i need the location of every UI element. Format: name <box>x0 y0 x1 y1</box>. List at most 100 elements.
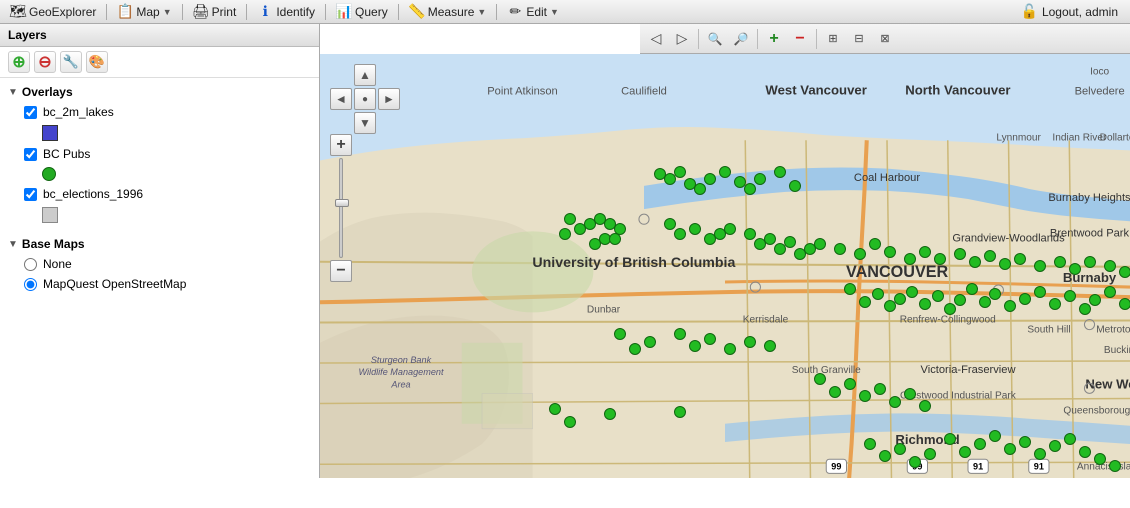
zoom-minus-button[interactable]: − <box>330 260 352 282</box>
zoom-out-button[interactable]: − <box>788 27 812 51</box>
nav-up-button[interactable]: ▲ <box>354 64 376 86</box>
main-toolbar: 🗺 GeoExplorer 📋 Map ▼ 🖨 Print ℹ Identify… <box>0 0 1130 24</box>
layer-label-bc-elections-1996: bc_elections_1996 <box>43 187 143 201</box>
svg-text:VANCOUVER: VANCOUVER <box>846 263 949 281</box>
logout-label: Logout, admin <box>1042 5 1118 19</box>
layers-content: ▼ Overlays bc_2m_lakes BC Pubs bc_electi… <box>0 78 319 478</box>
svg-text:Burnaby Heights: Burnaby Heights <box>1048 192 1130 204</box>
zoom-controls: + − <box>330 134 352 282</box>
print-label: Print <box>212 5 237 19</box>
zoom-slider-track <box>339 158 343 258</box>
query-button[interactable]: 📊 Query <box>330 2 394 22</box>
svg-text:Renfrew-Collingwood: Renfrew-Collingwood <box>900 315 996 326</box>
nav-right-button[interactable]: ► <box>378 88 400 110</box>
basemap-none-label: None <box>43 257 72 271</box>
svg-text:99: 99 <box>831 461 841 471</box>
nav-down-button[interactable]: ▼ <box>354 112 376 134</box>
svg-text:Lynnmour: Lynnmour <box>996 132 1041 143</box>
basemap-mapquest-item: MapQuest OpenStreetMap <box>0 274 319 294</box>
overlays-label: Overlays <box>22 85 73 99</box>
measure-button[interactable]: 📏 Measure ▼ <box>403 2 493 22</box>
edit-button[interactable]: ✏ Edit ▼ <box>501 2 565 22</box>
basemap-none-item: None <box>0 254 319 274</box>
logout-button[interactable]: 🔓 Logout, admin <box>1013 1 1127 22</box>
svg-text:Buckingham Heights: Buckingham Heights <box>1104 345 1130 356</box>
nav-center-button[interactable]: ● <box>354 88 376 110</box>
pan-left-button[interactable]: ◁ <box>644 27 668 51</box>
layer-legend-bc-2m-lakes <box>0 122 319 144</box>
pan-right-button[interactable]: ▷ <box>670 27 694 51</box>
basemap-mapquest-radio[interactable] <box>24 278 37 291</box>
layer-item-bc-2m-lakes: bc_2m_lakes <box>0 102 319 122</box>
svg-text:Brentwood Park: Brentwood Park <box>1050 227 1130 239</box>
map-button[interactable]: 📋 Map ▼ <box>111 2 177 22</box>
nav-spacer-right <box>378 64 400 86</box>
nav-spacer-bottom-right <box>378 112 400 134</box>
zoom-next-button[interactable]: 🔎 <box>729 27 753 51</box>
separator-6 <box>496 4 497 20</box>
svg-text:Dunbar: Dunbar <box>587 304 621 315</box>
layer-label-bc-pubs: BC Pubs <box>43 147 90 161</box>
add-layer-button[interactable]: ⊕ <box>8 51 30 73</box>
separator-3 <box>246 4 247 20</box>
overlays-section-header[interactable]: ▼ Overlays <box>0 82 319 102</box>
layer-checkbox-bc-pubs[interactable] <box>24 148 37 161</box>
nav-spacer-left <box>330 64 352 86</box>
map-background[interactable]: ▲ ◄ ● ► ▼ + − <box>320 54 1130 478</box>
measure-label: Measure <box>428 5 475 19</box>
nav-left-button[interactable]: ◄ <box>330 88 352 110</box>
layer-legend-bc-pubs <box>0 164 319 184</box>
separator-5 <box>398 4 399 20</box>
svg-text:Point Atkinson: Point Atkinson <box>487 86 558 98</box>
layer-settings-button[interactable]: 🔧 <box>60 51 82 73</box>
svg-text:Crestwood Industrial Park: Crestwood Industrial Park <box>900 390 1017 401</box>
svg-text:North Vancouver: North Vancouver <box>905 83 1010 98</box>
svg-text:Belvedere: Belvedere <box>1075 86 1125 98</box>
map-area[interactable]: ◁ ▷ 🔍 🔎 + − ⊞ ⊟ ⊠ ▲ ◄ <box>320 24 1130 478</box>
svg-text:Metrotown: Metrotown <box>1096 325 1130 336</box>
svg-text:University of British Columbia: University of British Columbia <box>532 255 735 271</box>
logout-icon: 🔓 <box>1021 3 1038 20</box>
print-button[interactable]: 🖨 Print <box>187 2 243 22</box>
basemap-none-radio[interactable] <box>24 258 37 271</box>
svg-text:Richmond: Richmond <box>895 432 959 447</box>
layer-style-button[interactable]: 🎨 <box>86 51 108 73</box>
tb2-sep-1 <box>698 29 699 49</box>
nav-row-top: ▲ <box>330 64 400 86</box>
zoom-in-button[interactable]: + <box>762 27 786 51</box>
layers-title: Layers <box>8 28 47 42</box>
zoom-extent-button[interactable]: ⊞ <box>821 27 845 51</box>
map-icon: 📋 <box>117 4 133 20</box>
svg-text:Dollarton: Dollarton <box>1100 132 1130 143</box>
svg-text:South Granville: South Granville <box>792 365 861 376</box>
zoom-slider-thumb[interactable] <box>335 199 349 207</box>
nav-row-middle: ◄ ● ► <box>330 88 400 110</box>
svg-text:Victoria-Fraserview: Victoria-Fraserview <box>920 364 1016 376</box>
svg-text:West Vancouver: West Vancouver <box>765 83 866 98</box>
geoexplorer-button[interactable]: 🗺 GeoExplorer <box>4 2 102 22</box>
layer-style-icon: 🎨 <box>89 54 105 70</box>
svg-text:Ioco: Ioco <box>1090 66 1109 77</box>
geoexplorer-label: GeoExplorer <box>29 5 96 19</box>
legend-gray-icon <box>42 207 58 223</box>
layer-checkbox-bc-elections-1996[interactable] <box>24 188 37 201</box>
zoom-plus-button[interactable]: + <box>330 134 352 156</box>
svg-text:Sturgeon Bank: Sturgeon Bank <box>371 355 432 365</box>
separator-1 <box>106 4 107 20</box>
zoom-layer-button[interactable]: ⊟ <box>847 27 871 51</box>
zoom-select-button[interactable]: ⊠ <box>873 27 897 51</box>
identify-label: Identify <box>276 5 315 19</box>
identify-button[interactable]: ℹ Identify <box>251 2 321 22</box>
svg-text:South Hill: South Hill <box>1027 325 1070 336</box>
identify-icon: ℹ <box>257 4 273 20</box>
zoom-prev-button[interactable]: 🔍 <box>703 27 727 51</box>
layer-checkbox-bc-2m-lakes[interactable] <box>24 106 37 119</box>
remove-layer-icon: ⊖ <box>38 52 51 72</box>
query-icon: 📊 <box>336 4 352 20</box>
basemaps-section-header[interactable]: ▼ Base Maps <box>0 234 319 254</box>
print-icon: 🖨 <box>193 4 209 20</box>
map-toolbar: ◁ ▷ 🔍 🔎 + − ⊞ ⊟ ⊠ <box>640 24 1130 54</box>
main-content: Layers ⊕ ⊖ 🔧 🎨 ▼ Overlays <box>0 24 1130 478</box>
map-arrow-icon: ▼ <box>163 7 172 17</box>
remove-layer-button[interactable]: ⊖ <box>34 51 56 73</box>
